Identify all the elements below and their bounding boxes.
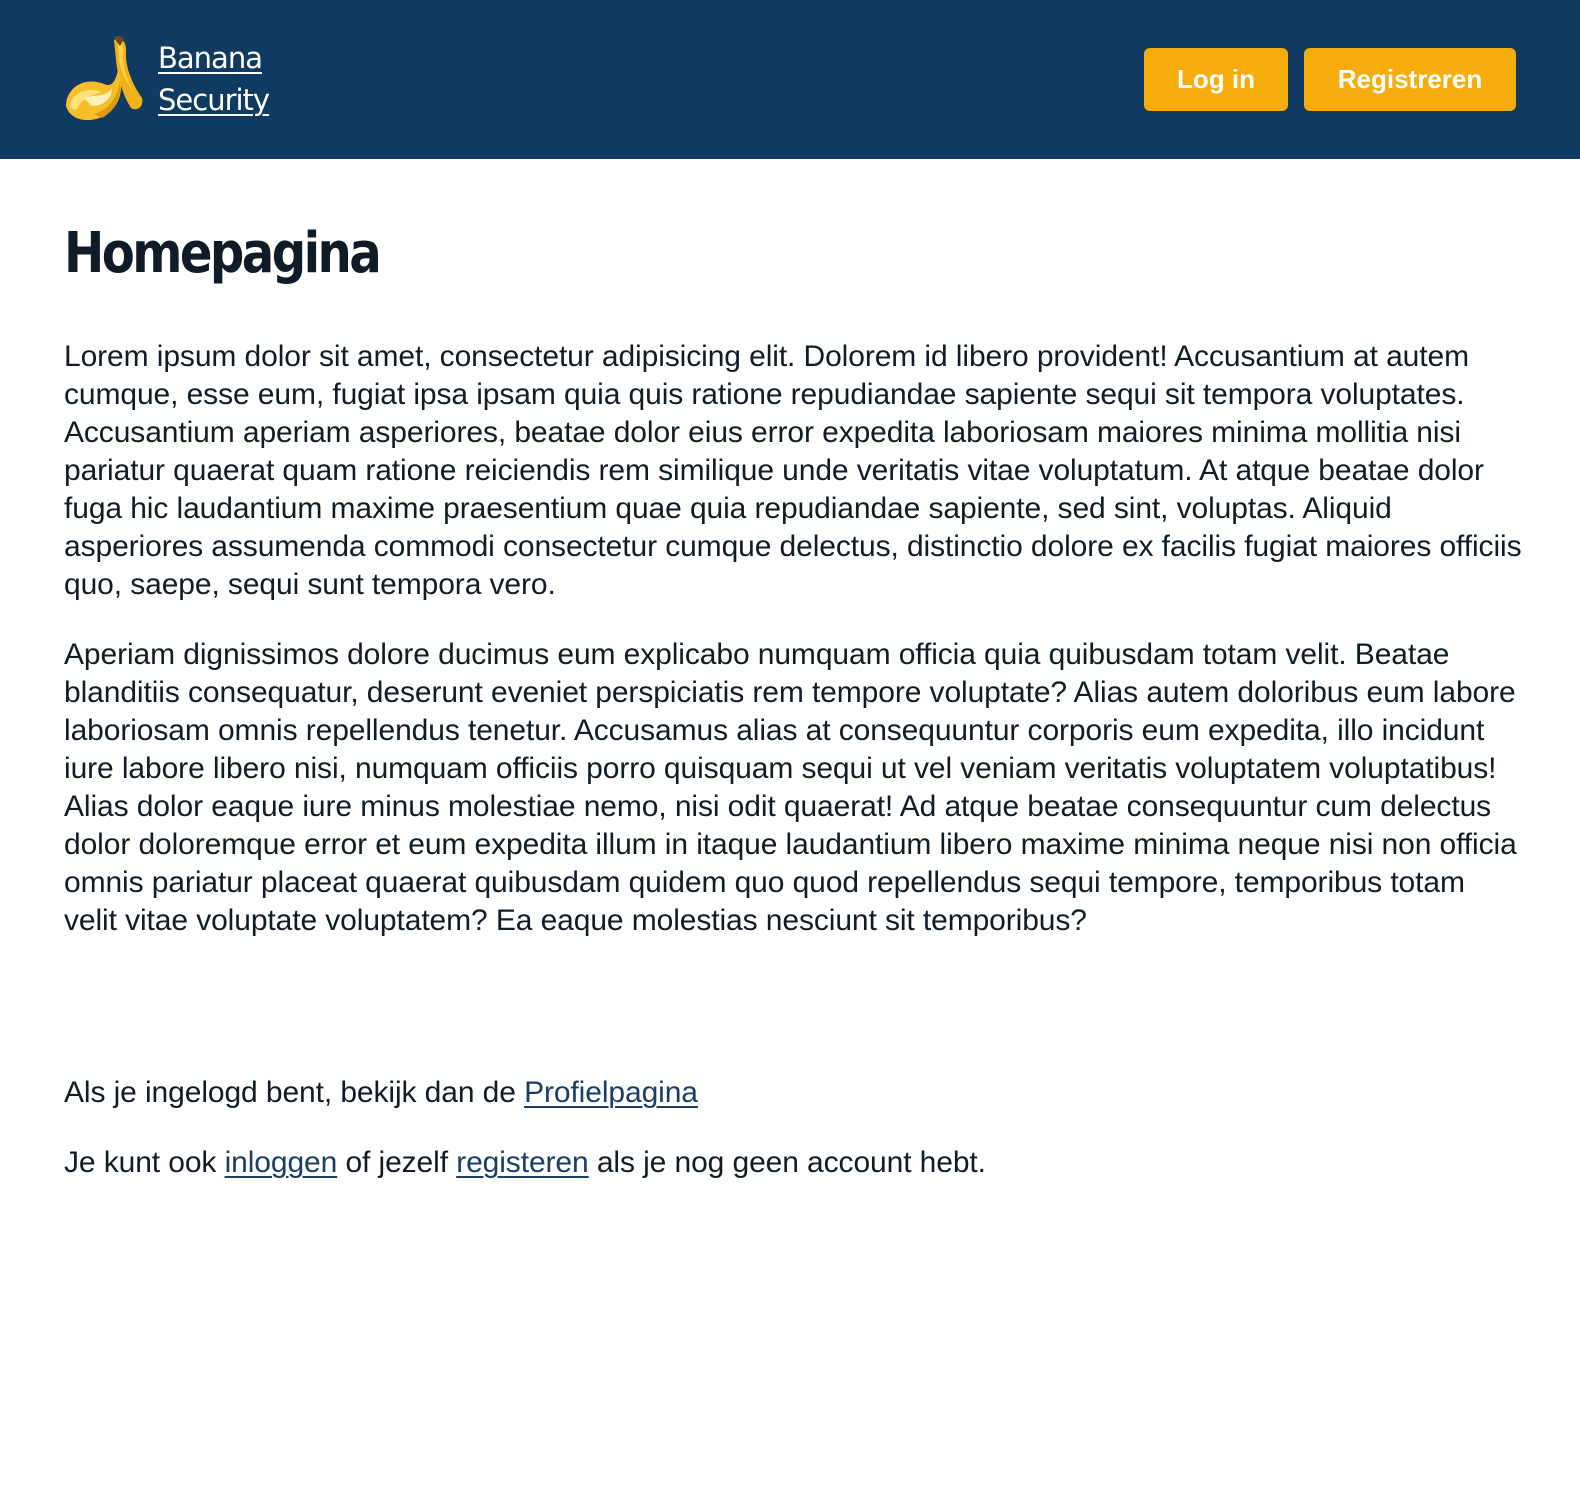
banana-icon xyxy=(66,36,143,121)
site-header: Banana Security Log in Registreren xyxy=(0,0,1580,159)
register-button[interactable]: Registreren xyxy=(1304,48,1516,111)
intro-paragraph-2: Aperiam dignissimos dolore ducimus eum e… xyxy=(64,638,1517,937)
profile-line-text: Als je ingelogd bent, bekijk dan de xyxy=(64,1076,525,1109)
intro-paragraph-1: Lorem ipsum dolor sit amet, consectetur … xyxy=(64,340,1522,601)
account-line: Je kunt ook inloggen of jezelf registere… xyxy=(64,1144,1524,1182)
account-line-text-1: Je kunt ook xyxy=(64,1146,225,1179)
logo-line-1: Banana xyxy=(158,41,263,75)
profile-page-link[interactable]: Profielpagina xyxy=(524,1076,698,1109)
account-line-text-3: als je nog geen account hebt. xyxy=(588,1146,986,1179)
page-title: Homepagina xyxy=(64,221,382,286)
profile-line: Als je ingelogd bent, bekijk dan de Prof… xyxy=(64,1074,1524,1112)
main-content: Homepagina Lorem ipsum dolor sit amet, c… xyxy=(64,214,1524,1179)
login-link[interactable]: inloggen xyxy=(225,1146,338,1179)
account-line-text-2: of jezelf xyxy=(337,1146,457,1179)
logo-text: Banana Security xyxy=(158,37,270,121)
logo-link[interactable]: Banana Security xyxy=(64,36,270,122)
register-link[interactable]: registeren xyxy=(456,1146,589,1179)
logo-line-2: Security xyxy=(158,83,270,117)
login-button[interactable]: Log in xyxy=(1144,48,1288,111)
